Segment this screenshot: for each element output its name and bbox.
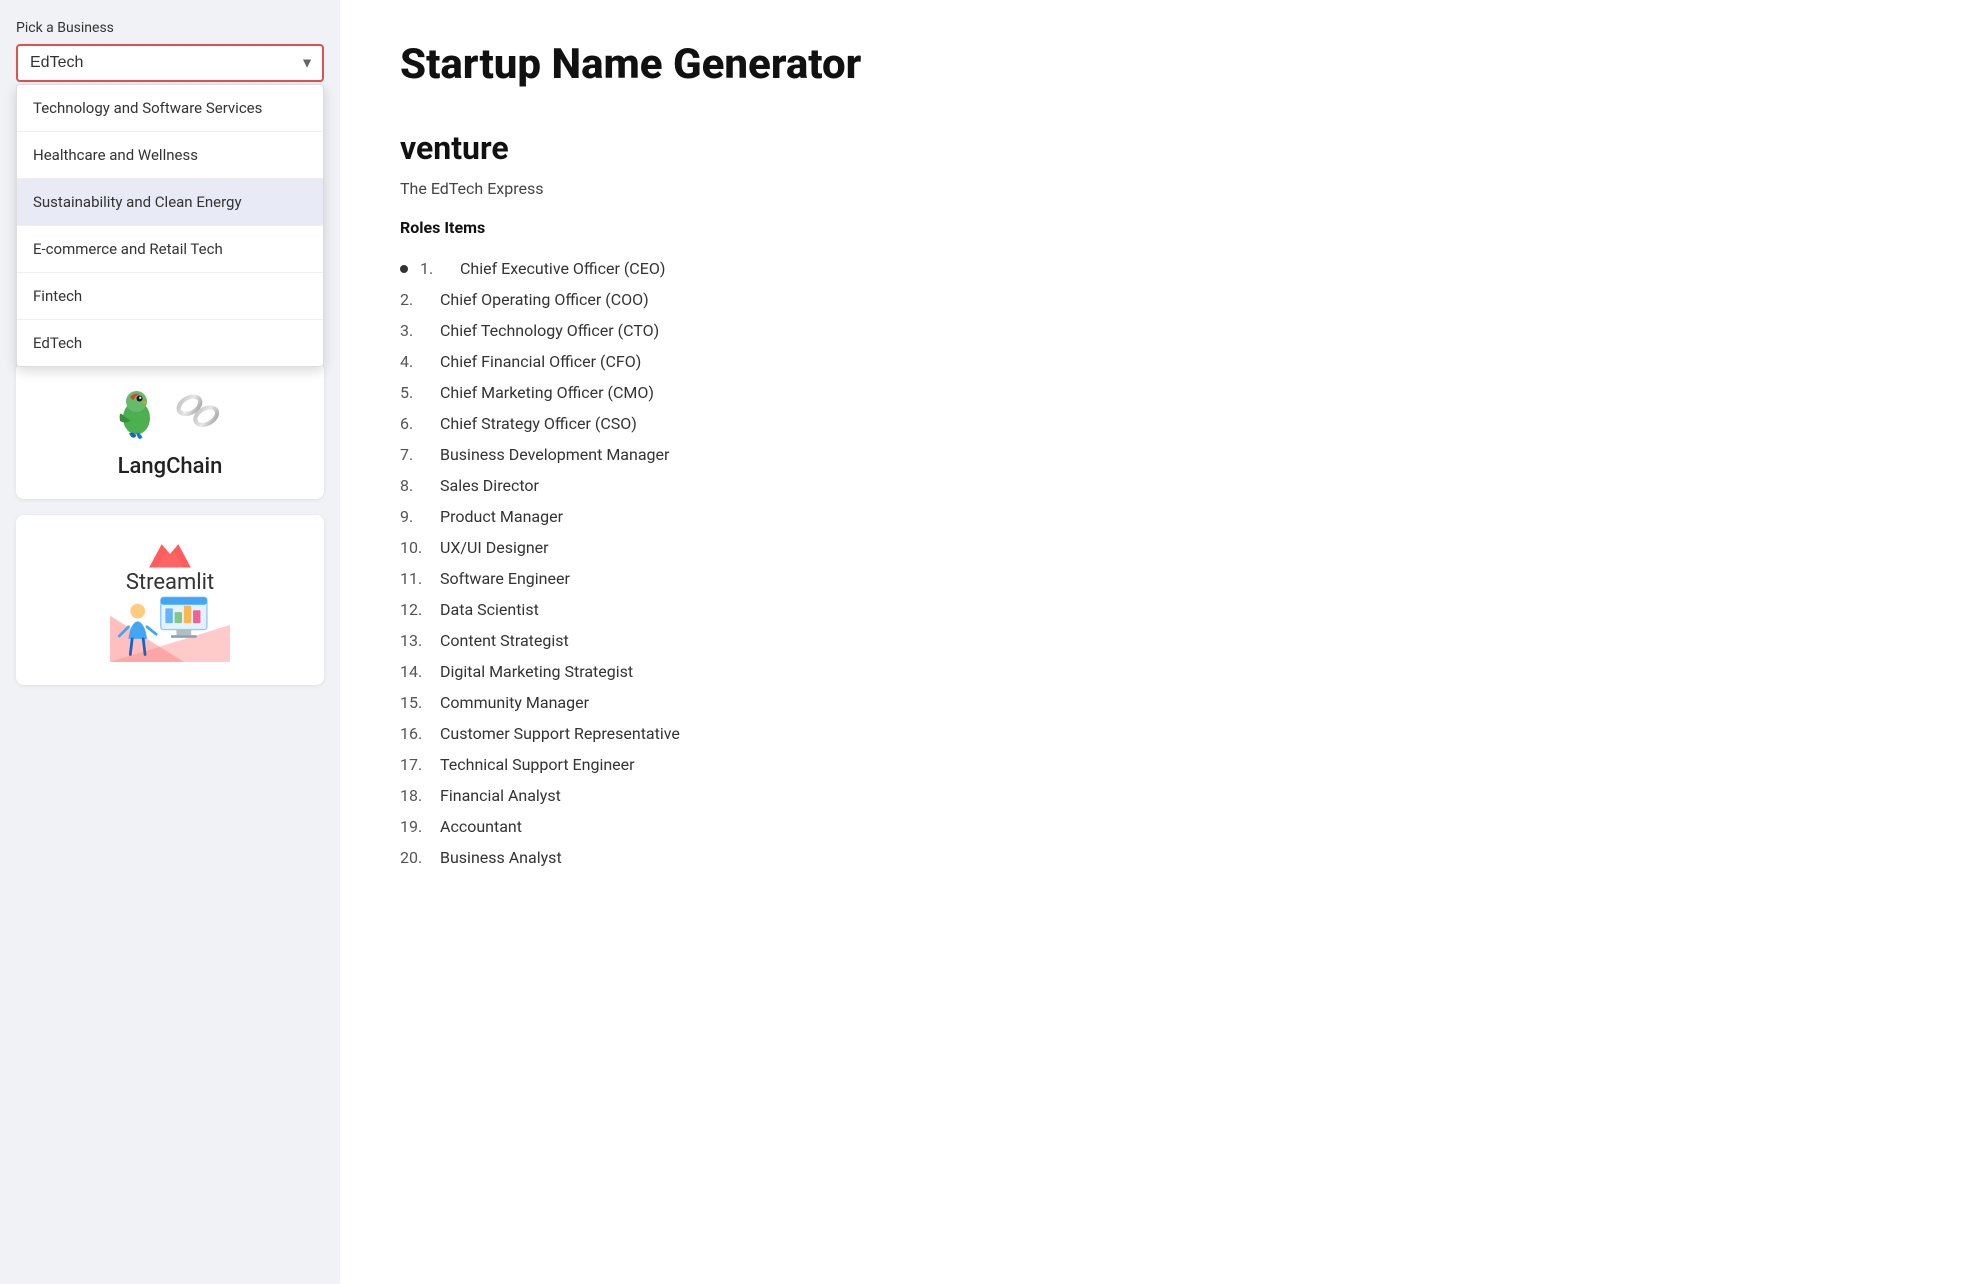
- role-num: 7.: [400, 445, 432, 464]
- role-item: 1. Chief Executive Officer (CEO): [400, 253, 1904, 284]
- role-num: 19.: [400, 817, 432, 836]
- role-num: 18.: [400, 786, 432, 805]
- select-wrapper: ▼ Technology and Software ServicesHealth…: [16, 44, 324, 82]
- role-item: 11. Software Engineer: [400, 563, 1904, 594]
- role-item: 14. Digital Marketing Strategist: [400, 656, 1904, 687]
- role-item: 5. Chief Marketing Officer (CMO): [400, 377, 1904, 408]
- role-label: Chief Marketing Officer (CMO): [440, 383, 654, 402]
- role-num: 10.: [400, 538, 432, 557]
- role-label: Financial Analyst: [440, 786, 561, 805]
- langchain-logo: LangChain: [108, 382, 232, 479]
- role-label: Chief Financial Officer (CFO): [440, 352, 641, 371]
- streamlit-logo: Streamlit: [110, 535, 230, 665]
- role-num: 17.: [400, 755, 432, 774]
- role-label: Sales Director: [440, 476, 539, 495]
- role-num: 6.: [400, 414, 432, 433]
- role-label: Chief Executive Officer (CEO): [460, 259, 665, 278]
- role-label: Content Strategist: [440, 631, 569, 650]
- parrot-icon: [108, 382, 168, 442]
- role-num: 13.: [400, 631, 432, 650]
- role-num: 20.: [400, 848, 432, 867]
- role-item: 20. Business Analyst: [400, 842, 1904, 873]
- role-item: 15. Community Manager: [400, 687, 1904, 718]
- dropdown-item[interactable]: Fintech: [17, 273, 323, 320]
- role-item: 7. Business Development Manager: [400, 439, 1904, 470]
- dropdown-menu: Technology and Software ServicesHealthca…: [16, 84, 324, 367]
- role-num: 2.: [400, 290, 432, 309]
- dropdown-item[interactable]: E-commerce and Retail Tech: [17, 226, 323, 273]
- roles-heading: Roles Items: [400, 218, 1904, 237]
- role-item: 16. Customer Support Representative: [400, 718, 1904, 749]
- streamlit-illustration: [110, 585, 230, 665]
- pick-label: Pick a Business: [16, 20, 324, 36]
- streamlit-crown-icon: [145, 535, 195, 570]
- role-num: 12.: [400, 600, 432, 619]
- chain-icon: [172, 387, 232, 437]
- page-title: Startup Name Generator: [400, 40, 1904, 89]
- role-num: 15.: [400, 693, 432, 712]
- role-item: 12. Data Scientist: [400, 594, 1904, 625]
- role-item: 8. Sales Director: [400, 470, 1904, 501]
- dropdown-item[interactable]: Sustainability and Clean Energy: [17, 179, 323, 226]
- role-num: 14.: [400, 662, 432, 681]
- role-num: 8.: [400, 476, 432, 495]
- role-label: Business Analyst: [440, 848, 562, 867]
- sidebar: Pick a Business ▼ Technology and Softwar…: [0, 0, 340, 1284]
- role-item: 6. Chief Strategy Officer (CSO): [400, 408, 1904, 439]
- role-item: 19. Accountant: [400, 811, 1904, 842]
- roles-list: 1. Chief Executive Officer (CEO) 2. Chief O…: [400, 253, 1904, 873]
- role-label: UX/UI Designer: [440, 538, 549, 557]
- streamlit-logo-card: Streamlit: [16, 515, 324, 685]
- role-num: 5.: [400, 383, 432, 402]
- role-item: 18. Financial Analyst: [400, 780, 1904, 811]
- role-label: Customer Support Representative: [440, 724, 680, 743]
- role-num: 1.: [420, 259, 452, 278]
- role-item: 10. UX/UI Designer: [400, 532, 1904, 563]
- langchain-logo-card: LangChain: [16, 362, 324, 499]
- dropdown-item[interactable]: Technology and Software Services: [17, 85, 323, 132]
- role-label: Software Engineer: [440, 569, 570, 588]
- role-label: Product Manager: [440, 507, 563, 526]
- role-label: Technical Support Engineer: [440, 755, 635, 774]
- dropdown-item[interactable]: EdTech: [17, 320, 323, 366]
- role-label: Accountant: [440, 817, 522, 836]
- venture-heading: venture: [400, 129, 1904, 167]
- role-item: 13. Content Strategist: [400, 625, 1904, 656]
- main-content: Startup Name Generator venture The EdTec…: [340, 0, 1964, 1284]
- role-num: 3.: [400, 321, 432, 340]
- role-num: 9.: [400, 507, 432, 526]
- role-item: 9. Product Manager: [400, 501, 1904, 532]
- business-input[interactable]: [16, 44, 324, 82]
- business-name: The EdTech Express: [400, 179, 1904, 198]
- role-label: Business Development Manager: [440, 445, 669, 464]
- role-num: 11.: [400, 569, 432, 588]
- role-num: 4.: [400, 352, 432, 371]
- role-label: Chief Operating Officer (COO): [440, 290, 649, 309]
- role-label: Community Manager: [440, 693, 589, 712]
- role-item: 3. Chief Technology Officer (CTO): [400, 315, 1904, 346]
- langchain-text: LangChain: [118, 454, 223, 479]
- logos-area: LangChain Streamlit: [16, 362, 324, 701]
- dropdown-item[interactable]: Healthcare and Wellness: [17, 132, 323, 179]
- role-item: 17. Technical Support Engineer: [400, 749, 1904, 780]
- role-label: Chief Strategy Officer (CSO): [440, 414, 637, 433]
- role-item: 2. Chief Operating Officer (COO): [400, 284, 1904, 315]
- role-label: Chief Technology Officer (CTO): [440, 321, 659, 340]
- role-label: Digital Marketing Strategist: [440, 662, 633, 681]
- role-num: 16.: [400, 724, 432, 743]
- role-label: Data Scientist: [440, 600, 539, 619]
- langchain-icons: [108, 382, 232, 442]
- role-item: 4. Chief Financial Officer (CFO): [400, 346, 1904, 377]
